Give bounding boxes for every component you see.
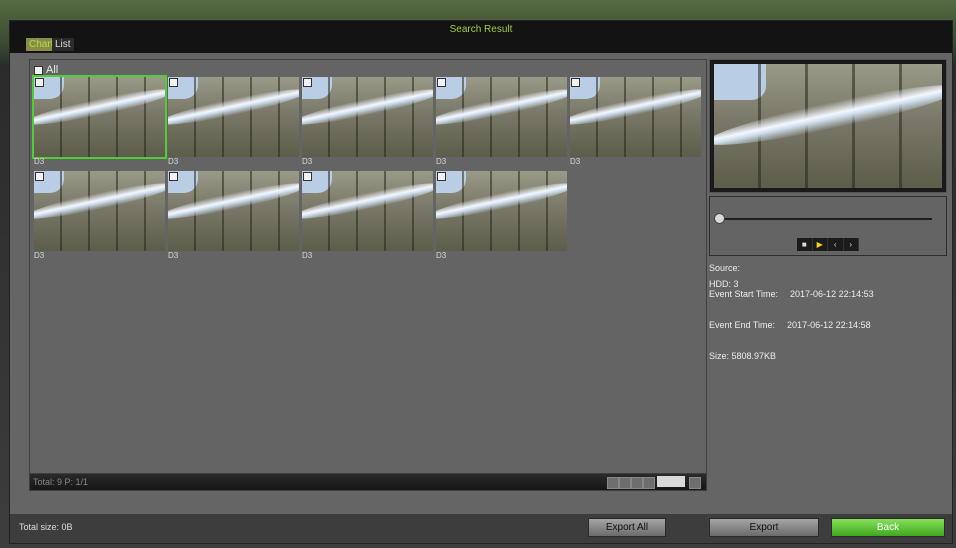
thumbnail-checkbox[interactable] — [169, 172, 178, 181]
thumbnail-item[interactable]: D3 — [32, 75, 167, 166]
first-page-button[interactable] — [607, 477, 619, 489]
source-label: Source: — [709, 263, 741, 273]
page-info: Total: 9 P: 1/1 — [33, 477, 89, 487]
channel-label: D3 — [570, 157, 581, 166]
channel-label: D3 — [302, 157, 313, 166]
thumbnail-checkbox[interactable] — [437, 78, 446, 87]
next-page-button[interactable] — [631, 477, 643, 489]
title-bar: Search Result Chart List — [10, 21, 952, 53]
camera-snapshot — [570, 77, 701, 157]
preview-window — [709, 59, 947, 193]
search-result-dialog: Search Result Chart List All D3 D3 D3 D3 — [9, 20, 953, 544]
play-icon[interactable]: ▶ — [813, 238, 828, 251]
thumbnail-item[interactable]: D3 — [168, 77, 299, 166]
channel-label: D3 — [34, 251, 45, 260]
thumbnail-item[interactable]: D3 — [570, 77, 701, 166]
camera-snapshot — [168, 77, 299, 157]
thumbnail-item[interactable]: D3 — [168, 171, 299, 260]
event-start-row: Event Start Time: 2017-06-12 22:14:53 — [709, 289, 874, 299]
prev-page-button[interactable] — [619, 477, 631, 489]
thumbnail-checkbox[interactable] — [303, 172, 312, 181]
footer-bar: Total size: 0B Export All Export Back — [10, 514, 952, 543]
dialog-title: Search Result — [449, 24, 513, 35]
channel-label: D3 — [168, 251, 179, 260]
camera-snapshot — [34, 77, 165, 157]
page-number-input[interactable] — [657, 476, 685, 487]
channel-label: D3 — [302, 251, 313, 260]
camera-snapshot — [436, 171, 567, 251]
select-all-label: All — [46, 64, 59, 76]
pagination-bar: Total: 9 P: 1/1 — [29, 473, 707, 491]
camera-snapshot — [34, 171, 165, 251]
channel-label: D3 — [436, 157, 447, 166]
event-start-value: 2017-06-12 22:14:53 — [790, 289, 874, 299]
event-start-label: Event Start Time: — [709, 289, 779, 299]
hdd-label: HDD: 3 — [709, 279, 739, 289]
back-button[interactable]: Back — [831, 518, 945, 537]
thumbnail-checkbox[interactable] — [571, 78, 580, 87]
camera-snapshot — [436, 77, 567, 157]
total-size-label: Total size: 0B — [19, 522, 73, 532]
playback-progress-handle[interactable] — [714, 213, 725, 224]
select-all-checkbox[interactable] — [34, 65, 43, 75]
tab-list[interactable]: List — [52, 38, 74, 51]
thumbnail-checkbox[interactable] — [35, 172, 44, 181]
playback-controls: ■ ▶ ‹ › — [797, 238, 859, 251]
event-end-row: Event End Time: 2017-06-12 22:14:58 — [709, 320, 871, 330]
camera-snapshot — [302, 171, 433, 251]
camera-snapshot — [302, 77, 433, 157]
thumbnail-item[interactable]: D3 — [436, 171, 567, 260]
channel-label: D3 — [34, 157, 45, 166]
file-size-label: Size: 5808.97KB — [709, 351, 777, 361]
next-icon[interactable]: › — [844, 238, 859, 251]
event-end-value: 2017-06-12 22:14:58 — [787, 320, 871, 330]
preview-snapshot — [714, 64, 942, 188]
channel-label: D3 — [168, 157, 179, 166]
playback-progress-track[interactable] — [718, 218, 932, 220]
select-all-row[interactable]: All — [34, 64, 58, 76]
prev-icon[interactable]: ‹ — [828, 238, 844, 251]
thumbnail-item[interactable]: D3 — [34, 171, 165, 260]
export-button[interactable]: Export — [709, 518, 819, 537]
thumbnail-item[interactable]: D3 — [302, 171, 433, 260]
playback-panel: ■ ▶ ‹ › — [709, 196, 947, 256]
thumbnail-item[interactable]: D3 — [302, 77, 433, 166]
thumbnail-checkbox[interactable] — [303, 78, 312, 87]
export-all-button[interactable]: Export All — [588, 518, 666, 537]
thumbnail-checkbox[interactable] — [437, 172, 446, 181]
last-page-button[interactable] — [643, 477, 655, 489]
channel-label: D3 — [436, 251, 447, 260]
stop-icon[interactable]: ■ — [797, 238, 813, 251]
camera-snapshot — [168, 171, 299, 251]
thumbnail-grid: All D3 D3 D3 D3 D3 D3 D3 D3 D3 — [29, 59, 707, 476]
thumbnail-checkbox[interactable] — [169, 78, 178, 87]
event-end-label: Event End Time: — [709, 320, 776, 330]
go-page-button[interactable] — [689, 477, 701, 489]
thumbnail-item[interactable]: D3 — [436, 77, 567, 166]
thumbnail-checkbox[interactable] — [35, 78, 44, 87]
